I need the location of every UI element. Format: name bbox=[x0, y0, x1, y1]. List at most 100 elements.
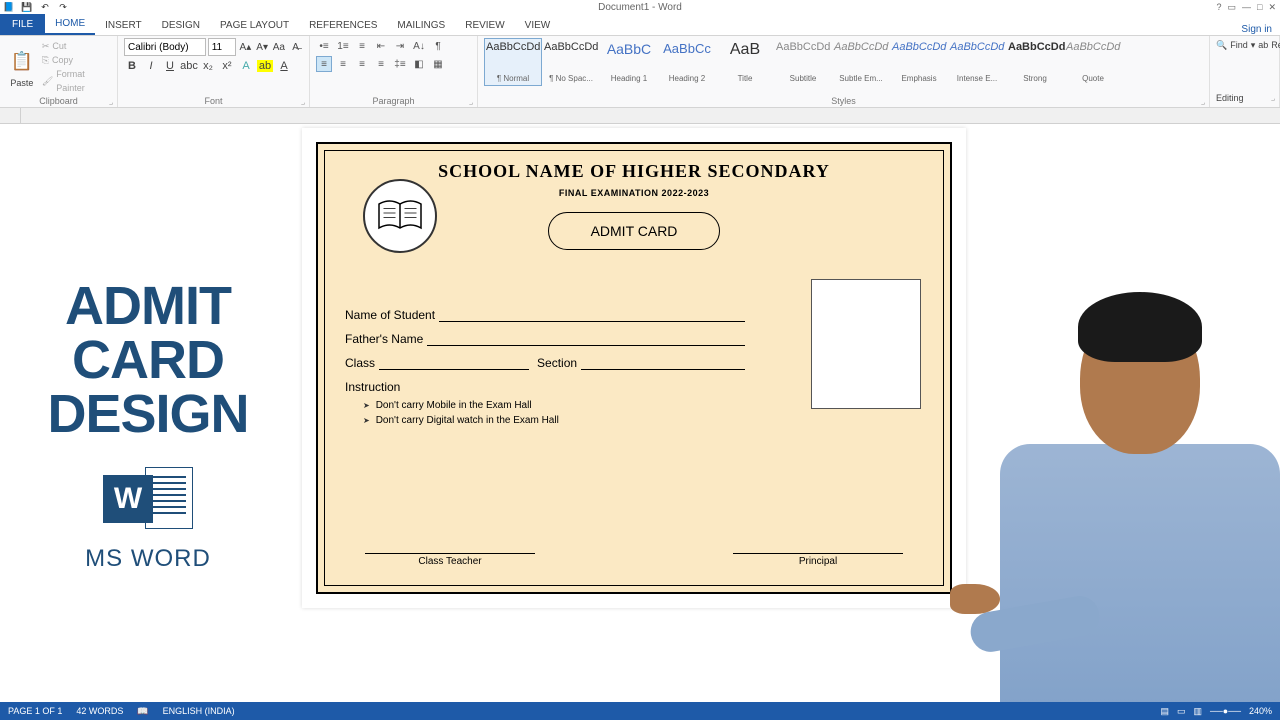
tab-home[interactable]: HOME bbox=[45, 14, 95, 35]
document-title: Document1 - Word bbox=[598, 2, 682, 13]
copy-button[interactable]: ⎘Copy bbox=[42, 53, 111, 67]
save-icon[interactable]: 💾 bbox=[20, 0, 34, 14]
multilevel-icon[interactable]: ≡ bbox=[354, 38, 370, 54]
italic-button[interactable]: I bbox=[143, 60, 159, 72]
numbering-icon[interactable]: 1≡ bbox=[335, 38, 351, 54]
style-heading2[interactable]: AaBbCcHeading 2 bbox=[658, 38, 716, 86]
undo-icon[interactable]: ↶ bbox=[38, 0, 52, 14]
clipboard-label: Clipboard bbox=[6, 96, 111, 107]
superscript-button[interactable]: x² bbox=[219, 60, 235, 72]
style-title[interactable]: AaBTitle bbox=[716, 38, 774, 86]
tab-view[interactable]: VIEW bbox=[515, 16, 561, 35]
style-subtitle[interactable]: AaBbCcDdSubtitle bbox=[774, 38, 832, 86]
document-page[interactable]: SCHOOL NAME OF HIGHER SECONDARY FINAL EX… bbox=[302, 128, 966, 608]
shrink-font-icon[interactable]: A▾ bbox=[255, 39, 270, 55]
replace-button[interactable]: abReplace bbox=[1258, 38, 1280, 53]
sign-in-link[interactable]: Sign in bbox=[1241, 24, 1272, 35]
style-strong[interactable]: AaBbCcDdStrong bbox=[1006, 38, 1064, 86]
style-heading1[interactable]: AaBbCHeading 1 bbox=[600, 38, 658, 86]
line-section bbox=[581, 357, 745, 370]
align-center-icon[interactable]: ≡ bbox=[335, 56, 351, 72]
line-spacing-icon[interactable]: ‡≡ bbox=[392, 56, 408, 72]
status-bar: PAGE 1 OF 1 42 WORDS 📖 ENGLISH (INDIA) ▤… bbox=[0, 702, 1280, 720]
change-case-icon[interactable]: Aa bbox=[272, 39, 287, 55]
style-no-spacing[interactable]: AaBbCcDd¶ No Spac... bbox=[542, 38, 600, 86]
zoom-level[interactable]: 240% bbox=[1249, 706, 1272, 716]
clear-format-icon[interactable]: A̶ bbox=[288, 39, 303, 55]
cut-button[interactable]: ✂Cut bbox=[42, 39, 111, 53]
line-class bbox=[379, 357, 529, 370]
help-icon[interactable]: ? bbox=[1216, 2, 1221, 13]
highlight-button[interactable]: ab bbox=[257, 60, 273, 72]
decrease-indent-icon[interactable]: ⇤ bbox=[373, 38, 389, 54]
sort-icon[interactable]: A↓ bbox=[411, 38, 427, 54]
tab-insert[interactable]: INSERT bbox=[95, 16, 152, 35]
tab-mailings[interactable]: MAILINGS bbox=[387, 16, 455, 35]
tab-review[interactable]: REVIEW bbox=[455, 16, 514, 35]
style-emphasis[interactable]: AaBbCcDdEmphasis bbox=[890, 38, 948, 86]
zoom-slider[interactable]: ──●── bbox=[1210, 706, 1241, 716]
increase-indent-icon[interactable]: ⇥ bbox=[392, 38, 408, 54]
strike-button[interactable]: abc bbox=[181, 60, 197, 72]
justify-icon[interactable]: ≡ bbox=[373, 56, 389, 72]
group-editing: 🔍Find ▾ abReplace ▭Select ▾ Editing bbox=[1210, 36, 1280, 107]
subscript-button[interactable]: x₂ bbox=[200, 60, 216, 72]
text-effects-icon[interactable]: A bbox=[238, 60, 254, 72]
underline-button[interactable]: U bbox=[162, 60, 178, 72]
ribbon-tabs: FILE HOME INSERT DESIGN PAGE LAYOUT REFE… bbox=[0, 14, 1280, 36]
find-button[interactable]: 🔍Find ▾ bbox=[1216, 38, 1255, 53]
replace-icon: ab bbox=[1258, 38, 1268, 53]
redo-icon[interactable]: ↷ bbox=[56, 0, 70, 14]
status-words[interactable]: 42 WORDS bbox=[76, 706, 123, 716]
document-area[interactable]: ADMIT CARD DESIGN W MS WORD SCHOOL NAME … bbox=[0, 124, 1280, 702]
find-icon: 🔍 bbox=[1216, 38, 1227, 53]
view-web-icon[interactable]: ▥ bbox=[1194, 706, 1203, 717]
style-gallery[interactable]: AaBbCcDd¶ Normal AaBbCcDd¶ No Spac... Aa… bbox=[484, 38, 1203, 86]
format-painter-button[interactable]: 🖌Format Painter bbox=[42, 67, 111, 95]
borders-icon[interactable]: ▦ bbox=[430, 56, 446, 72]
ribbon-options-icon[interactable]: ▭ bbox=[1228, 2, 1237, 13]
style-subtle-emphasis[interactable]: AaBbCcDdSubtle Em... bbox=[832, 38, 890, 86]
ribbon: 📋 Paste ✂Cut ⎘Copy 🖌Format Painter Clipb… bbox=[0, 36, 1280, 108]
view-read-icon[interactable]: ▤ bbox=[1160, 706, 1169, 717]
title-bar: 📘 💾 ↶ ↷ Document1 - Word ? ▭ — □ ✕ bbox=[0, 0, 1280, 14]
paste-button[interactable]: 📋 Paste bbox=[6, 46, 38, 88]
close-icon[interactable]: ✕ bbox=[1268, 2, 1276, 13]
horizontal-ruler[interactable] bbox=[0, 108, 1280, 124]
font-color-button[interactable]: A bbox=[276, 60, 292, 72]
shading-icon[interactable]: ◧ bbox=[411, 56, 427, 72]
tab-design[interactable]: DESIGN bbox=[152, 16, 210, 35]
bullets-icon[interactable]: •≡ bbox=[316, 38, 332, 54]
admit-card-pill: ADMIT CARD bbox=[548, 212, 720, 250]
view-print-icon[interactable]: ▭ bbox=[1177, 706, 1186, 717]
signature-class-teacher: Class Teacher bbox=[365, 553, 535, 567]
show-marks-icon[interactable]: ¶ bbox=[430, 38, 446, 54]
status-language[interactable]: ENGLISH (INDIA) bbox=[163, 706, 235, 716]
status-page[interactable]: PAGE 1 OF 1 bbox=[8, 706, 62, 716]
tab-references[interactable]: REFERENCES bbox=[299, 16, 387, 35]
bold-button[interactable]: B bbox=[124, 60, 140, 72]
font-size-combo[interactable]: 11 bbox=[208, 38, 236, 56]
style-quote[interactable]: AaBbCcDdQuote bbox=[1064, 38, 1122, 86]
brush-icon: 🖌 bbox=[42, 74, 53, 88]
tab-page-layout[interactable]: PAGE LAYOUT bbox=[210, 16, 299, 35]
grow-font-icon[interactable]: A▴ bbox=[238, 39, 253, 55]
label-section: Section bbox=[537, 356, 577, 370]
minimize-icon[interactable]: — bbox=[1242, 2, 1251, 13]
admit-card-inner: SCHOOL NAME OF HIGHER SECONDARY FINAL EX… bbox=[324, 150, 944, 586]
style-intense-emphasis[interactable]: AaBbCcDdIntense E... bbox=[948, 38, 1006, 86]
form-fields: Name of Student Father's Name Class Sect… bbox=[345, 308, 745, 426]
editing-label: Editing bbox=[1216, 91, 1273, 107]
align-right-icon[interactable]: ≡ bbox=[354, 56, 370, 72]
maximize-icon[interactable]: □ bbox=[1257, 2, 1262, 13]
tab-file[interactable]: FILE bbox=[0, 13, 45, 35]
style-normal[interactable]: AaBbCcDd¶ Normal bbox=[484, 38, 542, 86]
window-controls: ? ▭ — □ ✕ bbox=[1216, 2, 1276, 13]
align-left-icon[interactable]: ≡ bbox=[316, 56, 332, 72]
copy-icon: ⎘ bbox=[42, 53, 49, 67]
status-proofing-icon[interactable]: 📖 bbox=[137, 706, 148, 717]
font-name-combo[interactable]: Calibri (Body) bbox=[124, 38, 206, 56]
word-logo: W bbox=[103, 459, 193, 539]
thumbnail-overlay: ADMIT CARD DESIGN W MS WORD bbox=[18, 279, 278, 573]
instruction-heading: Instruction bbox=[345, 380, 745, 394]
